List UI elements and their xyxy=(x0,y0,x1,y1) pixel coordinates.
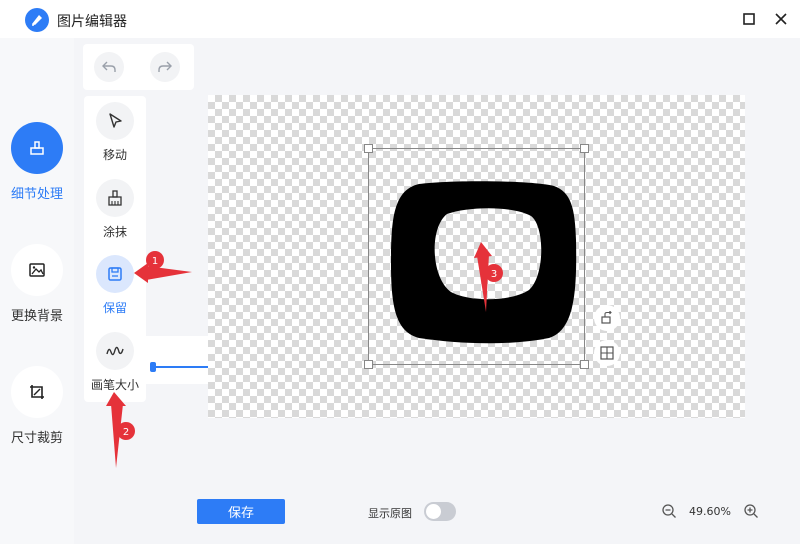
redo-icon xyxy=(158,61,172,72)
annotation-arrow-2 xyxy=(111,404,123,468)
tool-label: 画笔大小 xyxy=(90,378,139,392)
zoom-in-button[interactable] xyxy=(743,503,759,519)
tool-label: 移动 xyxy=(102,148,127,162)
annotation-arrow-1 xyxy=(146,266,192,280)
tool-brush-size[interactable]: 画笔大小 xyxy=(84,328,146,394)
cursor-icon xyxy=(96,102,134,140)
rotate-icon xyxy=(601,311,612,324)
crop-icon xyxy=(11,366,63,418)
image-object xyxy=(391,181,577,344)
sidebar-item-crop[interactable]: 尺寸裁剪 xyxy=(0,366,74,446)
grid-icon xyxy=(600,346,614,360)
tool-label: 保留 xyxy=(102,301,127,315)
zoom-level: 49.60% xyxy=(689,505,731,518)
save-button[interactable]: 保存 xyxy=(197,499,285,524)
app-logo-icon xyxy=(25,8,49,32)
window-title: 图片编辑器 xyxy=(57,14,127,30)
resize-handle-top-left[interactable] xyxy=(364,144,373,153)
tool-smear[interactable]: 涂抹 xyxy=(84,175,146,241)
slider-thumb[interactable] xyxy=(150,362,156,372)
sidebar-item-label: 更换背景 xyxy=(10,309,63,324)
sidebar-item-label: 尺寸裁剪 xyxy=(10,431,63,446)
show-original-label: 显示原图 xyxy=(368,507,412,520)
keep-icon xyxy=(96,255,134,293)
sidebar-item-background[interactable]: 更换背景 xyxy=(0,244,74,324)
zoom-out-icon xyxy=(662,504,676,518)
annotation-marker-1 xyxy=(146,251,164,269)
resize-handle-top-right[interactable] xyxy=(580,144,589,153)
maximize-icon[interactable] xyxy=(740,10,758,28)
zoom-in-icon xyxy=(744,504,758,518)
tool-keep[interactable]: 保留 xyxy=(84,251,146,317)
history-panel xyxy=(83,44,194,90)
sidebar: 细节处理 更换背景 尺寸裁剪 xyxy=(0,38,74,544)
rotate-button[interactable] xyxy=(594,305,620,331)
image-icon xyxy=(11,244,63,296)
title-bar: 图片编辑器 xyxy=(0,0,800,38)
toggle-knob xyxy=(426,504,441,519)
annotation-marker-1-text: 1 xyxy=(152,256,158,267)
sidebar-item-label: 细节处理 xyxy=(10,187,63,202)
tool-panel: 移动 涂抹 保留 画笔大小 xyxy=(84,96,146,402)
undo-button[interactable] xyxy=(94,52,124,82)
brush-detail-icon xyxy=(11,122,63,174)
resize-handle-bottom-left[interactable] xyxy=(364,360,373,369)
annotation-marker-2 xyxy=(117,422,135,440)
annotation-marker-2-text: 2 xyxy=(123,427,129,438)
brush-size-icon xyxy=(96,332,134,370)
sidebar-item-detail[interactable]: 细节处理 xyxy=(0,122,74,202)
tool-label: 涂抹 xyxy=(102,225,127,239)
redo-button[interactable] xyxy=(150,52,180,82)
show-original-toggle[interactable] xyxy=(424,502,456,521)
tool-move[interactable]: 移动 xyxy=(84,98,146,164)
align-button[interactable] xyxy=(594,340,620,366)
zoom-out-button[interactable] xyxy=(661,503,677,519)
close-icon[interactable] xyxy=(772,10,790,28)
smear-brush-icon xyxy=(96,179,134,217)
undo-icon xyxy=(102,61,116,72)
resize-handle-bottom-right[interactable] xyxy=(580,360,589,369)
